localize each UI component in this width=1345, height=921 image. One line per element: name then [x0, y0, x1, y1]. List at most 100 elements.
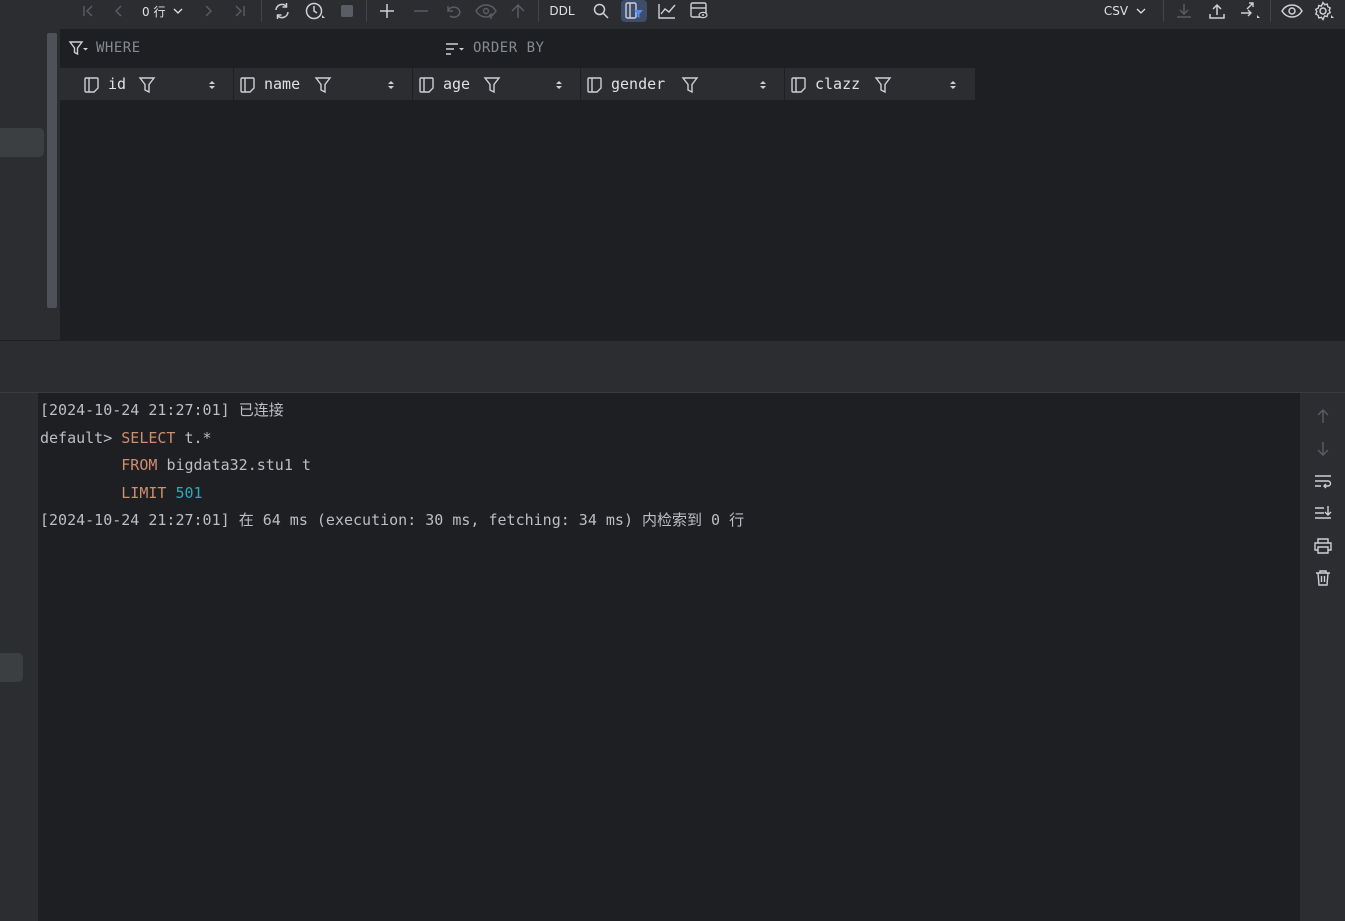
previous-page-button[interactable] — [109, 0, 129, 22]
toolbar-separator — [1163, 0, 1164, 22]
filter-view-toggle[interactable] — [621, 0, 647, 22]
where-filter-icon — [68, 41, 88, 56]
last-page-button[interactable] — [230, 0, 250, 22]
compare-button[interactable] — [1238, 0, 1262, 22]
console-line: [2024-10-24 21:27:01] 在 64 ms (execution… — [40, 507, 1300, 535]
column-header-gender[interactable]: gender — [581, 68, 785, 100]
line-chart-icon — [658, 4, 676, 19]
sort-arrows-icon[interactable] — [553, 78, 565, 92]
page-size-dropdown[interactable]: 0 行 — [142, 0, 185, 22]
sort-arrows-icon[interactable] — [385, 78, 397, 92]
console-side-toolbar — [1300, 393, 1345, 921]
column-name: gender — [611, 75, 666, 93]
toolbar-separator — [1270, 0, 1271, 22]
chevron-down-icon — [1136, 8, 1146, 14]
upload-icon — [1209, 3, 1225, 19]
console-prompt: default> — [40, 428, 113, 447]
timestamp: [2024-10-24 21:27:01] — [40, 511, 230, 529]
side-tab-stub[interactable] — [0, 653, 23, 682]
timestamp: [2024-10-24 21:27:01] — [40, 401, 230, 419]
row-count-label: 0 行 — [142, 4, 166, 19]
cancel-query-button[interactable] — [338, 0, 356, 22]
print-button[interactable] — [1313, 536, 1333, 556]
scroll-down-button[interactable] — [1313, 439, 1333, 459]
view-options-button[interactable] — [1280, 0, 1304, 22]
column-icon — [587, 77, 602, 93]
download-icon — [1177, 4, 1191, 18]
pane-splitter[interactable] — [0, 340, 1345, 393]
first-page-icon — [83, 5, 93, 17]
trash-icon — [1316, 570, 1330, 586]
settings-button[interactable] — [1312, 0, 1336, 22]
export-button[interactable] — [1206, 0, 1228, 22]
column-filter-icon[interactable] — [314, 76, 332, 94]
sql-keyword: FROM — [121, 456, 158, 474]
reload-button[interactable] — [271, 0, 293, 22]
side-tab-stub[interactable] — [0, 128, 44, 157]
eye-icon — [1281, 4, 1303, 18]
preview-pending-changes-button[interactable] — [474, 0, 498, 22]
column-filter-icon[interactable] — [874, 76, 892, 94]
column-header-row: id name age gender clazz — [60, 68, 975, 100]
sql-keyword: SELECT — [121, 428, 176, 447]
status-text: 已连接 — [238, 401, 284, 419]
column-icon — [84, 77, 99, 93]
export-format-dropdown[interactable]: CSV — [1103, 0, 1149, 22]
console-line: FROM bigdata32.stu1 t — [40, 452, 1300, 480]
column-filter-icon[interactable] — [483, 76, 501, 94]
sql-keyword: LIMIT — [121, 483, 167, 502]
results-toolbar: 0 行 DDL CSV — [60, 0, 1345, 30]
status-text: 在 64 ms (execution: 30 ms, fetching: 34 … — [238, 511, 745, 529]
sort-lines-icon — [446, 43, 464, 55]
order-by-input[interactable]: ORDER BY — [468, 36, 868, 62]
console-output[interactable]: [2024-10-24 21:27:01] 已连接 default> SELEC… — [38, 393, 1300, 921]
where-filter-input[interactable]: WHERE — [92, 36, 432, 62]
order-by-label: ORDER BY — [473, 40, 545, 56]
sort-arrows-icon[interactable] — [947, 78, 959, 92]
scroll-to-end-button[interactable] — [1313, 503, 1333, 523]
add-row-button[interactable] — [376, 0, 398, 22]
ddl-button[interactable]: DDL — [546, 0, 578, 22]
vertical-scrollbar[interactable] — [47, 33, 57, 308]
sort-arrows-icon[interactable] — [757, 78, 769, 92]
column-icon — [419, 77, 434, 93]
toolbar-separator — [366, 0, 367, 22]
column-header-id[interactable]: id — [60, 68, 234, 100]
column-name: age — [443, 75, 471, 93]
plus-icon — [380, 4, 394, 18]
import-button[interactable] — [1173, 0, 1195, 22]
delete-row-button[interactable] — [410, 0, 432, 22]
scroll-up-button[interactable] — [1313, 406, 1333, 426]
sql-text: bigdata32.stu1 t — [166, 456, 311, 474]
soft-wrap-button[interactable] — [1313, 471, 1333, 491]
value-viewer-button[interactable] — [688, 0, 710, 22]
undo-icon — [447, 6, 461, 18]
toolbar-separator — [538, 0, 539, 22]
sort-arrows-icon[interactable] — [206, 78, 218, 92]
table-eye-icon — [690, 2, 708, 19]
column-header-name[interactable]: name — [234, 68, 413, 100]
console-line: LIMIT 501 — [40, 480, 1300, 508]
last-page-icon — [235, 5, 245, 17]
next-page-button[interactable] — [198, 0, 218, 22]
first-page-button[interactable] — [78, 0, 98, 22]
filter-bar: WHERE ORDER BY — [60, 36, 1345, 62]
search-button[interactable] — [591, 0, 611, 22]
revert-button[interactable] — [442, 0, 464, 22]
auto-refresh-button[interactable] — [304, 0, 326, 22]
column-filter-icon[interactable] — [681, 76, 699, 94]
wrap-lines-icon — [1315, 475, 1332, 489]
column-filter-icon[interactable] — [138, 76, 156, 94]
printer-icon — [1314, 538, 1332, 554]
column-header-age[interactable]: age — [413, 68, 581, 100]
results-left-gutter — [0, 0, 60, 340]
eye-upload-icon — [475, 4, 497, 19]
column-header-clazz[interactable]: clazz — [785, 68, 975, 100]
submit-button[interactable] — [508, 0, 528, 22]
clear-all-button[interactable] — [1313, 568, 1333, 588]
search-icon — [593, 3, 609, 19]
column-name: clazz — [815, 75, 861, 93]
show-chart-button[interactable] — [656, 0, 678, 22]
console-left-gutter — [0, 393, 38, 921]
minus-icon — [414, 10, 428, 12]
